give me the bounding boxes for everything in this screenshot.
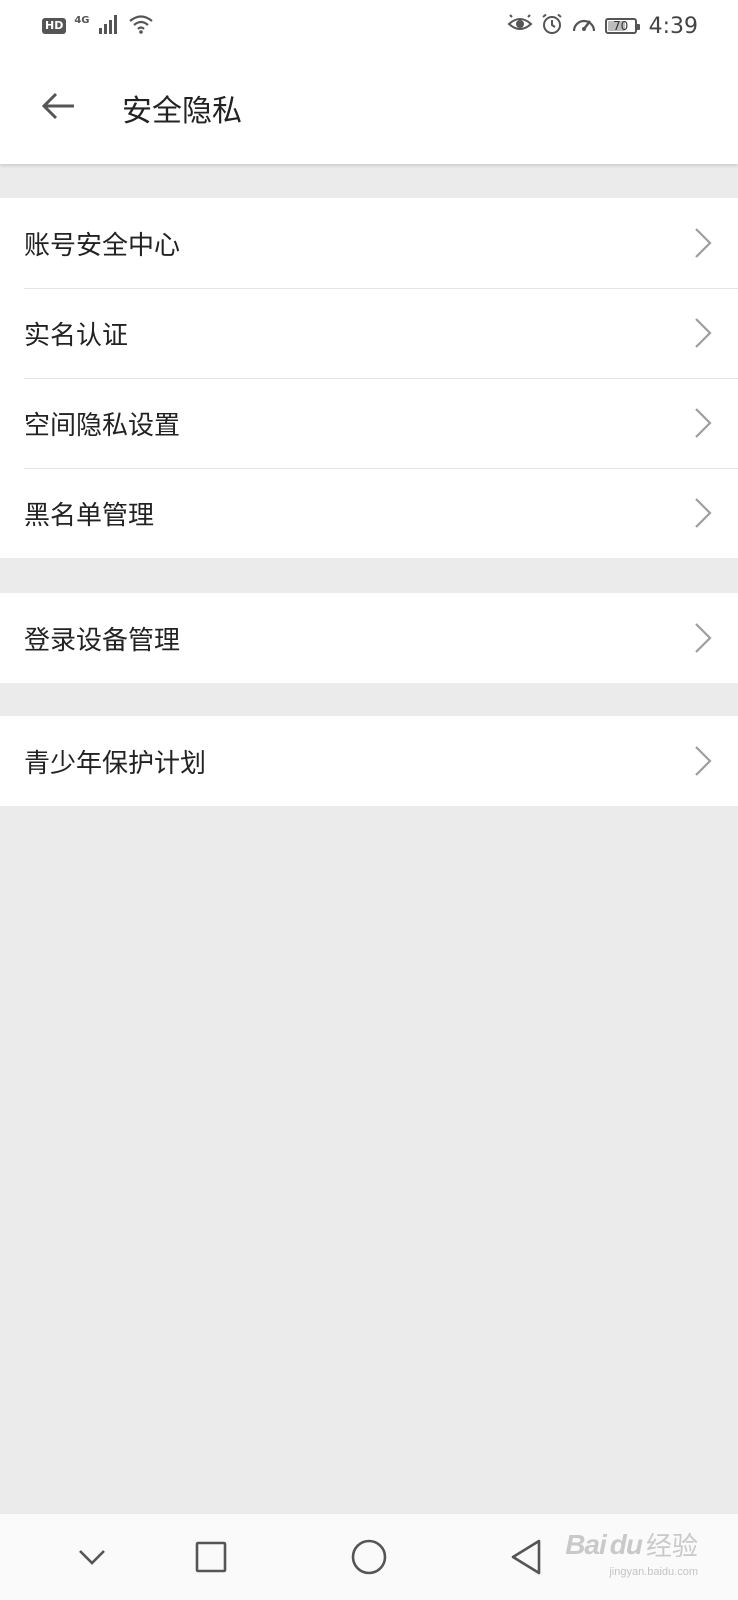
watermark-url: jingyan.baidu.com (609, 1566, 698, 1578)
nav-back-button[interactable] (486, 1514, 566, 1600)
settings-group-security: 账号安全中心 实名认证 空间隐私设置 黑名单管理 (0, 198, 738, 558)
speed-icon (571, 13, 597, 39)
menu-item-label: 空间隐私设置 (24, 410, 181, 441)
menu-item-label: 青少年保护计划 (24, 748, 207, 779)
nav-home-button[interactable] (329, 1514, 409, 1600)
chevron-down-icon (79, 1550, 105, 1565)
menu-item-space-privacy-settings[interactable]: 空间隐私设置 (0, 378, 738, 468)
chevron-right-icon (695, 623, 712, 653)
status-right: 70 4:39 (507, 13, 698, 39)
signal-icon (98, 14, 120, 38)
baidu-watermark: Bai du 经验 (565, 1526, 698, 1563)
alarm-icon (541, 13, 563, 39)
menu-item-real-name-verification[interactable]: 实名认证 (0, 288, 738, 378)
menu-item-label: 黑名单管理 (24, 500, 155, 531)
network-type-label: 4G (74, 14, 90, 26)
square-icon (195, 1541, 227, 1573)
status-bar: HD 4G 70 4:39 (0, 0, 738, 52)
settings-group-devices: 登录设备管理 (0, 593, 738, 683)
app-bar: 安全隐私 (0, 52, 738, 164)
menu-item-login-device-management[interactable]: 登录设备管理 (0, 593, 738, 683)
menu-item-label: 登录设备管理 (24, 625, 181, 656)
chevron-right-icon (695, 746, 712, 776)
menu-item-account-security-center[interactable]: 账号安全中心 (0, 198, 738, 288)
watermark-brand-cn: 经验 (645, 1531, 698, 1561)
chevron-right-icon (695, 318, 712, 348)
menu-item-label: 实名认证 (24, 320, 129, 351)
page-title: 安全隐私 (122, 94, 242, 129)
watermark-brand: Bai (565, 1528, 607, 1560)
menu-item-youth-protection-plan[interactable]: 青少年保护计划 (0, 716, 738, 806)
back-button[interactable] (36, 86, 80, 130)
hd-badge: HD (42, 18, 67, 34)
arrow-left-icon (40, 91, 76, 125)
eye-icon (507, 14, 533, 38)
status-left: HD 4G (42, 14, 154, 38)
chevron-right-icon (695, 408, 712, 438)
status-time: 4:39 (648, 13, 698, 39)
nav-recents-button[interactable] (171, 1514, 251, 1600)
chevron-right-icon (695, 498, 712, 528)
wifi-icon (128, 14, 154, 38)
triangle-back-icon (511, 1539, 541, 1575)
watermark-brand-du: du (609, 1528, 643, 1560)
settings-group-youth: 青少年保护计划 (0, 716, 738, 806)
menu-item-label: 账号安全中心 (24, 230, 181, 261)
nav-hide-button[interactable] (52, 1514, 132, 1600)
battery-icon: 70 (604, 18, 640, 34)
chevron-right-icon (695, 228, 712, 258)
circle-icon (351, 1539, 387, 1575)
menu-item-blacklist-management[interactable]: 黑名单管理 (0, 468, 738, 558)
battery-text: 70 (612, 19, 629, 33)
